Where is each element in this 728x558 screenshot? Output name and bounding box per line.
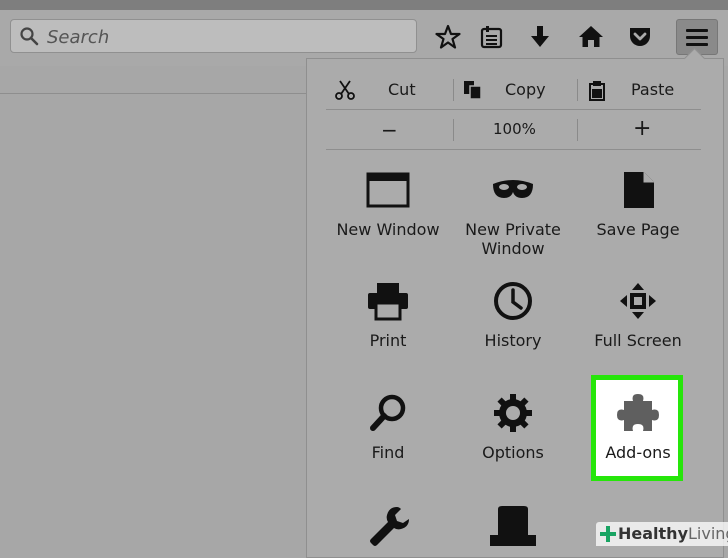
gear-icon (494, 394, 532, 432)
zoom-reset-button[interactable]: 100% (454, 111, 576, 149)
wrench-icon[interactable] (367, 505, 411, 546)
download-icon[interactable] (527, 24, 553, 50)
zoom-controls-row: − 100% + (326, 111, 701, 150)
new-private-window-label: New Private Window (465, 220, 561, 258)
pocket-icon[interactable] (627, 24, 653, 50)
history-label: History (484, 331, 542, 350)
save-page-icon (624, 172, 654, 208)
zoom-out-label: − (381, 118, 398, 142)
cut-button[interactable]: Cut (326, 71, 452, 109)
scissors-icon (335, 80, 355, 100)
home-icon[interactable] (578, 24, 604, 50)
find-label: Find (371, 443, 405, 462)
paste-label: Paste (631, 80, 675, 99)
print-button[interactable]: Print (326, 281, 450, 350)
full-screen-button[interactable]: Full Screen (576, 281, 700, 350)
search-box[interactable] (10, 19, 417, 53)
puzzle-piece-icon (617, 394, 659, 431)
bookmark-star-icon[interactable] (435, 24, 461, 50)
customize-icon[interactable] (488, 505, 538, 546)
add-ons-label: Add-ons (605, 443, 671, 462)
save-page-button[interactable]: Save Page (576, 170, 700, 239)
cut-label: Cut (388, 80, 416, 99)
copy-label: Copy (505, 80, 546, 99)
clipboard-icon (589, 81, 605, 101)
new-window-label: New Window (336, 220, 440, 239)
private-mask-icon (493, 180, 533, 198)
full-screen-label: Full Screen (594, 331, 682, 350)
window-top-strip (0, 0, 728, 10)
add-ons-button[interactable]: Add-ons (576, 393, 700, 462)
find-button[interactable]: Find (326, 393, 450, 462)
new-private-window-button[interactable]: New Private Window (451, 170, 575, 258)
magnifier-icon (370, 394, 406, 431)
printer-icon (368, 283, 408, 321)
reading-list-icon[interactable] (478, 24, 504, 50)
zoom-level: 100% (493, 120, 536, 138)
history-button[interactable]: History (451, 281, 575, 350)
clock-icon (494, 282, 532, 320)
zoom-in-button[interactable]: + (578, 111, 701, 149)
save-page-label: Save Page (596, 220, 680, 239)
zoom-out-button[interactable]: − (326, 111, 452, 149)
edit-controls-row: Cut Copy Paste (326, 71, 701, 110)
paste-button[interactable]: Paste (578, 71, 701, 109)
copy-icon (464, 81, 482, 100)
search-input[interactable] (45, 24, 409, 50)
watermark-brand-suffix: Living (688, 524, 728, 543)
copy-button[interactable]: Copy (454, 71, 576, 109)
zoom-in-label: + (633, 116, 652, 141)
print-label: Print (369, 331, 407, 350)
options-button[interactable]: Options (451, 393, 575, 462)
window-icon (366, 172, 410, 208)
healthy-living-watermark: HealthyLiving (596, 522, 728, 546)
search-icon (20, 27, 39, 46)
toolbar-divider (0, 93, 318, 94)
plus-logo-icon (600, 526, 616, 542)
fullscreen-icon (620, 283, 656, 319)
watermark-brand: Healthy (618, 524, 688, 543)
new-window-button[interactable]: New Window (326, 170, 450, 239)
options-label: Options (482, 443, 544, 462)
